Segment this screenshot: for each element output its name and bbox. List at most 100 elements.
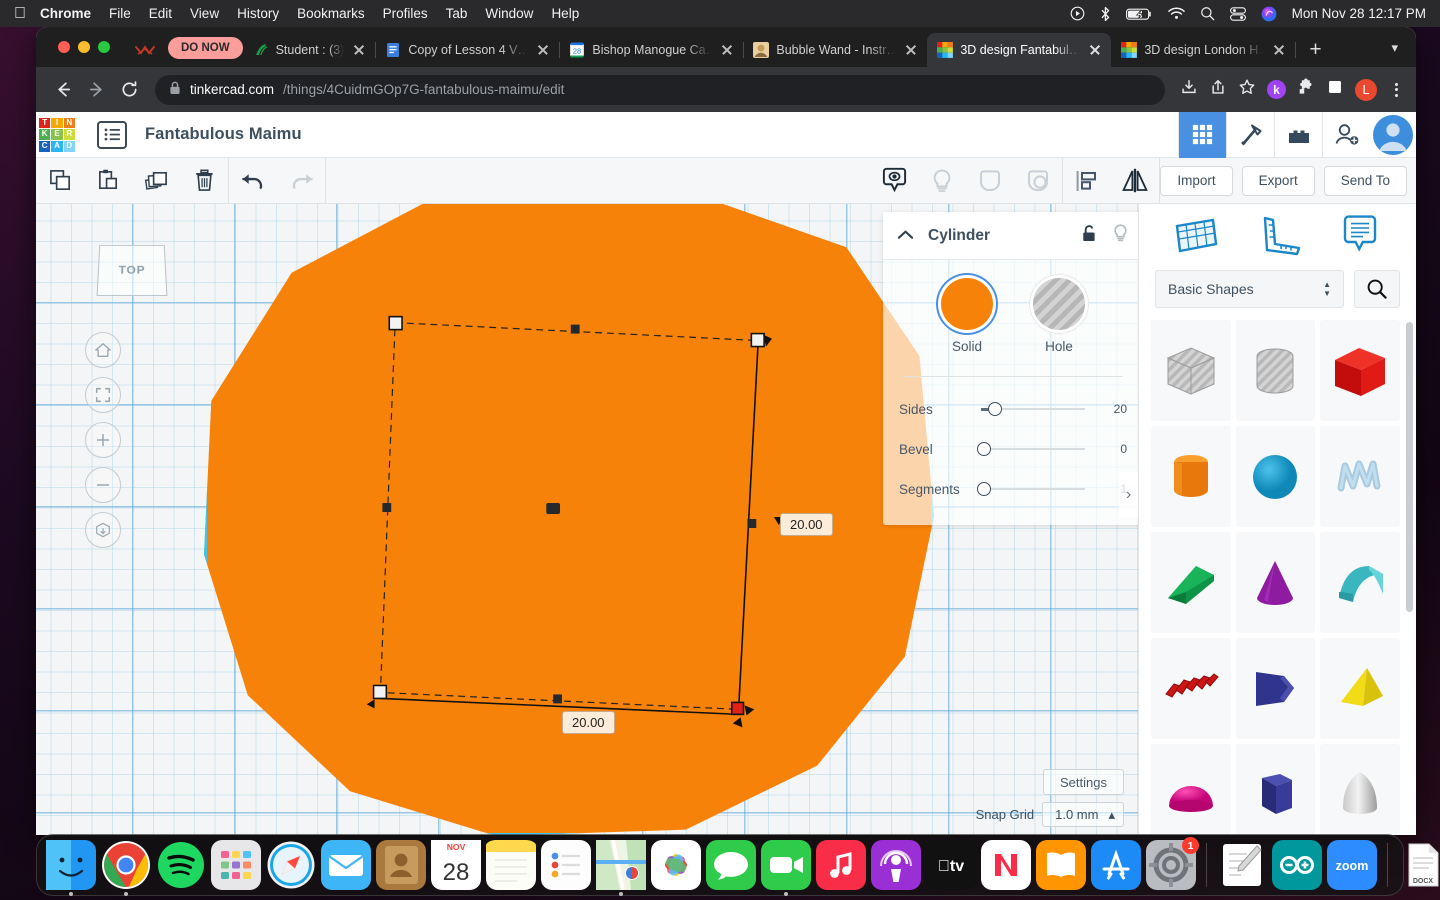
send-to-button[interactable]: Send To — [1324, 166, 1407, 196]
close-tab-button[interactable] — [903, 42, 919, 58]
dock-item-facetime[interactable] — [760, 839, 812, 891]
dock-item-mail[interactable] — [320, 839, 372, 891]
menu-bar-clock[interactable]: Mon Nov 28 12:17 PM — [1292, 6, 1426, 21]
ortho-view-icon[interactable] — [85, 512, 121, 548]
shape-half-sphere[interactable] — [1151, 744, 1231, 835]
shape-search-button[interactable] — [1354, 270, 1400, 308]
grid-view-icon[interactable] — [1178, 112, 1226, 158]
wifi-icon[interactable] — [1168, 7, 1185, 20]
shape-cone[interactable] — [1236, 532, 1316, 633]
shape-cylinder-hole[interactable] — [1236, 320, 1316, 421]
slider-value[interactable]: 0 — [1093, 442, 1127, 456]
redo-icon[interactable] — [277, 158, 325, 204]
tinkercad-logo-icon[interactable]: T I N K E R C A D — [39, 118, 75, 152]
solid-option[interactable]: Solid — [941, 278, 993, 354]
dock-item-appstore[interactable] — [1090, 839, 1142, 891]
dock-item-launchpad[interactable] — [210, 839, 262, 891]
blocks-icon[interactable] — [1274, 112, 1322, 158]
browser-tab-bubble-wand[interactable]: Bubble Wand - Instr… — [743, 33, 927, 67]
dock-item-textedit[interactable] — [1216, 839, 1268, 891]
menu-item-tab[interactable]: Tab — [446, 6, 468, 21]
back-arrow-left-icon[interactable] — [48, 75, 78, 105]
duplicate-icon[interactable] — [132, 158, 180, 204]
shape-pyramid[interactable] — [1320, 638, 1400, 739]
maximize-window-button[interactable] — [98, 41, 110, 53]
pinned-tab-do-now[interactable]: DO NOW — [168, 37, 243, 59]
chevron-right-icon[interactable]: › — [1119, 472, 1138, 518]
group-icon[interactable] — [966, 158, 1014, 204]
dock-item-arduino[interactable] — [1271, 839, 1323, 891]
delete-icon[interactable] — [180, 158, 228, 204]
menu-item-edit[interactable]: Edit — [149, 6, 172, 21]
square-icon[interactable] — [1326, 78, 1344, 101]
user-avatar-icon[interactable] — [1370, 112, 1416, 158]
mirror-icon[interactable] — [1111, 158, 1159, 204]
menu-item-view[interactable]: View — [190, 6, 219, 21]
pinned-tab-icon[interactable] — [132, 44, 158, 58]
shape-box[interactable] — [1320, 320, 1400, 421]
dock-item-docx-file[interactable]: DOCX — [1397, 839, 1440, 891]
browser-tab-calendar[interactable]: 28 Bishop Manogue Ca… — [559, 33, 743, 67]
slider-knob[interactable] — [977, 482, 991, 496]
dock-item-notes[interactable] — [485, 839, 537, 891]
align-icon[interactable] — [1063, 158, 1111, 204]
shape-sphere[interactable] — [1236, 426, 1316, 527]
shape-hexagon-prism[interactable] — [1236, 744, 1316, 835]
settings-button[interactable]: Settings — [1043, 769, 1124, 795]
dock-item-zoom[interactable]: zoom — [1326, 839, 1378, 891]
bevel-slider[interactable] — [977, 441, 1093, 457]
close-tab-button[interactable] — [1087, 42, 1103, 58]
close-tab-button[interactable] — [719, 42, 735, 58]
ruler-icon[interactable] — [1255, 214, 1301, 261]
paste-icon[interactable] — [84, 158, 132, 204]
forward-arrow-right-icon[interactable] — [81, 75, 111, 105]
menu-item-history[interactable]: History — [237, 6, 279, 21]
dock-item-chrome[interactable] — [100, 839, 152, 891]
menu-item-help[interactable]: Help — [551, 6, 579, 21]
dock-item-maps[interactable] — [595, 839, 647, 891]
dock-item-spotify[interactable] — [155, 839, 207, 891]
install-icon[interactable] — [1180, 78, 1198, 101]
dock-item-podcasts[interactable] — [870, 839, 922, 891]
menu-item-bookmarks[interactable]: Bookmarks — [297, 6, 365, 21]
dock-item-appletv[interactable]: tv — [925, 839, 977, 891]
slider-knob[interactable] — [977, 442, 991, 456]
slider-knob[interactable] — [988, 402, 1002, 416]
zoom-out-icon[interactable] — [85, 467, 121, 503]
hole-option[interactable]: Hole — [1033, 278, 1085, 354]
menu-item-profiles[interactable]: Profiles — [383, 6, 428, 21]
kebab-menu-icon[interactable] — [1388, 83, 1404, 97]
dock-item-settings[interactable]: 1 — [1145, 839, 1197, 891]
dock-item-books[interactable] — [1035, 839, 1087, 891]
dimension-label-depth[interactable]: 20.00 — [562, 711, 615, 734]
zoom-in-icon[interactable] — [85, 422, 121, 458]
show-hide-icon[interactable] — [870, 158, 918, 204]
shape-cylinder[interactable] — [1151, 426, 1231, 527]
shape-polygon-prism[interactable] — [1236, 638, 1316, 739]
control-center-icon[interactable] — [1230, 7, 1246, 21]
home-view-icon[interactable] — [85, 332, 121, 368]
light-bulb-icon[interactable] — [918, 158, 966, 204]
reload-icon[interactable] — [114, 75, 144, 105]
invite-person-icon[interactable] — [1322, 112, 1370, 158]
undo-icon[interactable] — [229, 158, 277, 204]
export-button[interactable]: Export — [1242, 166, 1315, 196]
dimension-label-width[interactable]: 20.00 — [780, 513, 833, 536]
unlock-icon[interactable] — [1081, 224, 1098, 248]
dock-item-photos[interactable] — [650, 839, 702, 891]
shapes-scrollbar[interactable] — [1406, 322, 1413, 612]
new-tab-button[interactable]: + — [1309, 39, 1321, 60]
page-title[interactable]: Fantabulous Maimu — [145, 125, 302, 144]
workplane-icon[interactable] — [1173, 214, 1219, 261]
codeblocks-icon[interactable] — [1226, 112, 1274, 158]
chevron-up-icon[interactable] — [897, 227, 914, 245]
shape-wedge[interactable] — [1151, 532, 1231, 633]
dock-item-reminders[interactable] — [540, 839, 592, 891]
menu-item-window[interactable]: Window — [485, 6, 533, 21]
segments-slider[interactable] — [977, 481, 1093, 497]
close-tab-button[interactable] — [351, 42, 367, 58]
shape-roof[interactable] — [1320, 532, 1400, 633]
bluetooth-icon[interactable] — [1100, 6, 1111, 22]
share-icon[interactable] — [1209, 78, 1227, 101]
browser-tab-lesson-doc[interactable]: Copy of Lesson 4 V… — [375, 33, 559, 67]
